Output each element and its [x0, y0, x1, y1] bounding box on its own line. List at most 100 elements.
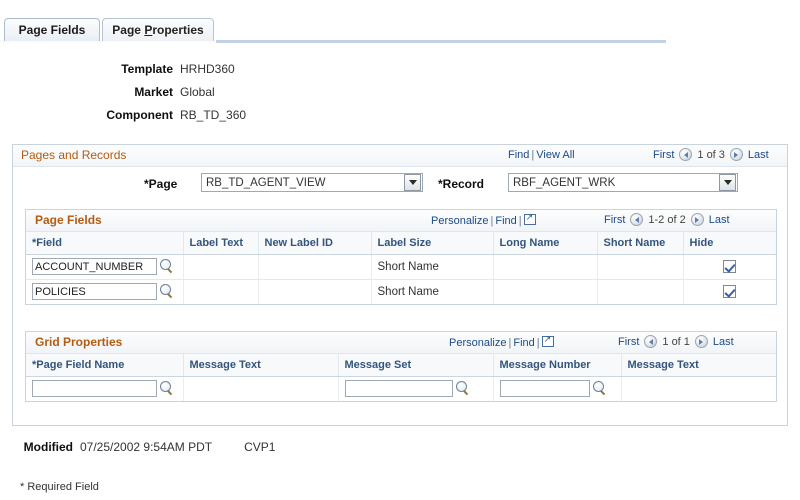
page-record-row: *Page RB_TD_AGENT_VIEW *Record RBF_AGENT…: [13, 173, 787, 199]
tab-page-properties-label: Page Properties: [112, 23, 204, 37]
next-page-icon[interactable]: [690, 213, 704, 226]
cell-label-size: Short Name: [371, 254, 494, 280]
grid-properties-header: Grid Properties Personalize|Find| First …: [26, 332, 776, 354]
last-link[interactable]: Last: [713, 336, 734, 348]
cell-hide: [683, 279, 776, 304]
last-link[interactable]: Last: [748, 149, 769, 161]
pages-and-records-title: Pages and Records: [21, 148, 127, 162]
hide-checkbox-1[interactable]: [723, 260, 737, 273]
record-select-value: RBF_AGENT_WRK: [513, 176, 616, 189]
cell-new-label-id: [258, 279, 372, 304]
tab-page-properties[interactable]: Page Properties: [102, 18, 214, 41]
cell-label-size: Short Name: [371, 279, 494, 304]
message-number-input[interactable]: [499, 380, 590, 398]
new-window-icon[interactable]: [523, 212, 536, 225]
cell-message-text: [183, 376, 339, 401]
search-icon[interactable]: [159, 259, 174, 274]
hide-checkbox-2[interactable]: [723, 285, 737, 299]
new-window-icon[interactable]: [541, 334, 554, 347]
required-field-note: * Required Field: [20, 481, 99, 493]
search-icon[interactable]: [592, 381, 607, 396]
cell-short-name: [597, 279, 684, 304]
column-header-page-field-name: *Page Field Name: [26, 354, 184, 377]
modified-label: Modified: [23, 440, 73, 454]
find-link[interactable]: Find: [508, 149, 529, 161]
column-header-long-name: Long Name: [493, 232, 598, 255]
table-header-row: *Page Field Name Message Text Message Se…: [26, 354, 776, 377]
cell-short-name: [597, 254, 684, 280]
column-header-new-label-id: New Label ID: [258, 232, 372, 255]
key-fields: Template HRHD360 Market Global Component…: [0, 57, 420, 126]
pages-and-records-group: Pages and Records Find | View All First 1 …: [12, 144, 788, 426]
cell-page-field-name: [26, 376, 184, 401]
first-link[interactable]: First: [618, 336, 639, 348]
previous-page-icon[interactable]: [679, 148, 693, 161]
chevron-down-icon[interactable]: [404, 174, 421, 191]
grid-properties-table: *Page Field Name Message Text Message Se…: [26, 354, 776, 401]
personalize-link[interactable]: Personalize: [431, 215, 488, 227]
page-select[interactable]: RB_TD_AGENT_VIEW: [201, 173, 423, 192]
table-row: POLICIES Short Name: [26, 279, 776, 304]
next-page-icon[interactable]: [729, 148, 743, 161]
page-fields-table: *Field Label Text New Label ID Label Siz…: [26, 232, 776, 304]
table-header-row: *Field Label Text New Label ID Label Siz…: [26, 232, 776, 255]
link-separator: |: [518, 215, 522, 227]
market-label: Market: [134, 84, 173, 99]
record-select[interactable]: RBF_AGENT_WRK: [508, 173, 738, 192]
column-header-message-text-2: Message Text: [621, 354, 776, 377]
page-select-value: RB_TD_AGENT_VIEW: [206, 176, 326, 189]
market-value: Global: [180, 84, 215, 99]
cell-field: POLICIES: [26, 279, 184, 304]
view-all-link[interactable]: View All: [536, 149, 574, 161]
pages-and-records-links: Find | View All: [508, 149, 575, 161]
modified-timestamp: 07/25/2002 9:54AM PDT: [80, 440, 213, 454]
record-count: 1 of 3: [697, 148, 725, 161]
find-link[interactable]: Find: [495, 215, 516, 227]
page-fields-grid-header: Page Fields Personalize|Find| First 1-2 …: [26, 210, 776, 232]
cell-new-label-id: [258, 254, 372, 280]
page-field-name-input[interactable]: [32, 380, 157, 398]
first-link[interactable]: First: [653, 149, 674, 161]
previous-page-icon[interactable]: [644, 335, 658, 348]
table-row: [26, 376, 776, 401]
first-link[interactable]: First: [604, 214, 625, 226]
column-header-message-set: Message Set: [338, 354, 494, 377]
cell-field: ACCOUNT_NUMBER: [26, 254, 184, 280]
component-label: Component: [106, 107, 173, 122]
search-icon[interactable]: [159, 381, 174, 396]
page-fields-grid: Page Fields Personalize|Find| First 1-2 …: [25, 209, 777, 305]
search-icon[interactable]: [159, 284, 174, 299]
last-link[interactable]: Last: [709, 214, 730, 226]
previous-page-icon[interactable]: [630, 213, 644, 226]
search-icon[interactable]: [455, 381, 470, 396]
page-fields-grid-title: Page Fields: [35, 213, 102, 227]
message-set-input[interactable]: [344, 380, 453, 398]
modified-user: CVP1: [244, 440, 276, 454]
page-select-label: *Page: [144, 177, 178, 191]
field-input-2[interactable]: POLICIES: [32, 283, 157, 301]
next-page-icon[interactable]: [694, 335, 708, 348]
cell-label-text: [183, 279, 259, 304]
key-field-row-market: Market Global: [0, 80, 420, 103]
column-header-message-text: Message Text: [183, 354, 339, 377]
cell-long-name: [493, 279, 598, 304]
chevron-down-icon[interactable]: [719, 174, 736, 191]
page-fields-grid-navigation: First 1-2 of 2 Last: [604, 213, 730, 226]
record-select-label: *Record: [438, 177, 485, 191]
column-header-message-number: Message Number: [493, 354, 622, 377]
column-header-label-size: Label Size: [371, 232, 494, 255]
field-input-1[interactable]: ACCOUNT_NUMBER: [32, 258, 157, 275]
column-header-hide: Hide: [683, 232, 776, 255]
pages-and-records-header: Pages and Records Find | View All First 1 …: [13, 145, 787, 167]
table-row: ACCOUNT_NUMBER Short Name: [26, 254, 776, 280]
tab-strip: Page Fields Page Properties: [0, 18, 800, 41]
grid-properties-links: Personalize | Find |: [449, 334, 554, 349]
key-field-row-component: Component RB_TD_360: [0, 103, 420, 126]
find-link[interactable]: Find: [513, 337, 534, 349]
personalize-link[interactable]: Personalize: [449, 337, 506, 349]
link-separator: |: [536, 337, 540, 349]
template-value: HRHD360: [180, 61, 235, 76]
cell-hide: [683, 254, 776, 280]
cell-message-text-2: [621, 376, 776, 401]
tab-page-fields[interactable]: Page Fields: [4, 18, 100, 41]
